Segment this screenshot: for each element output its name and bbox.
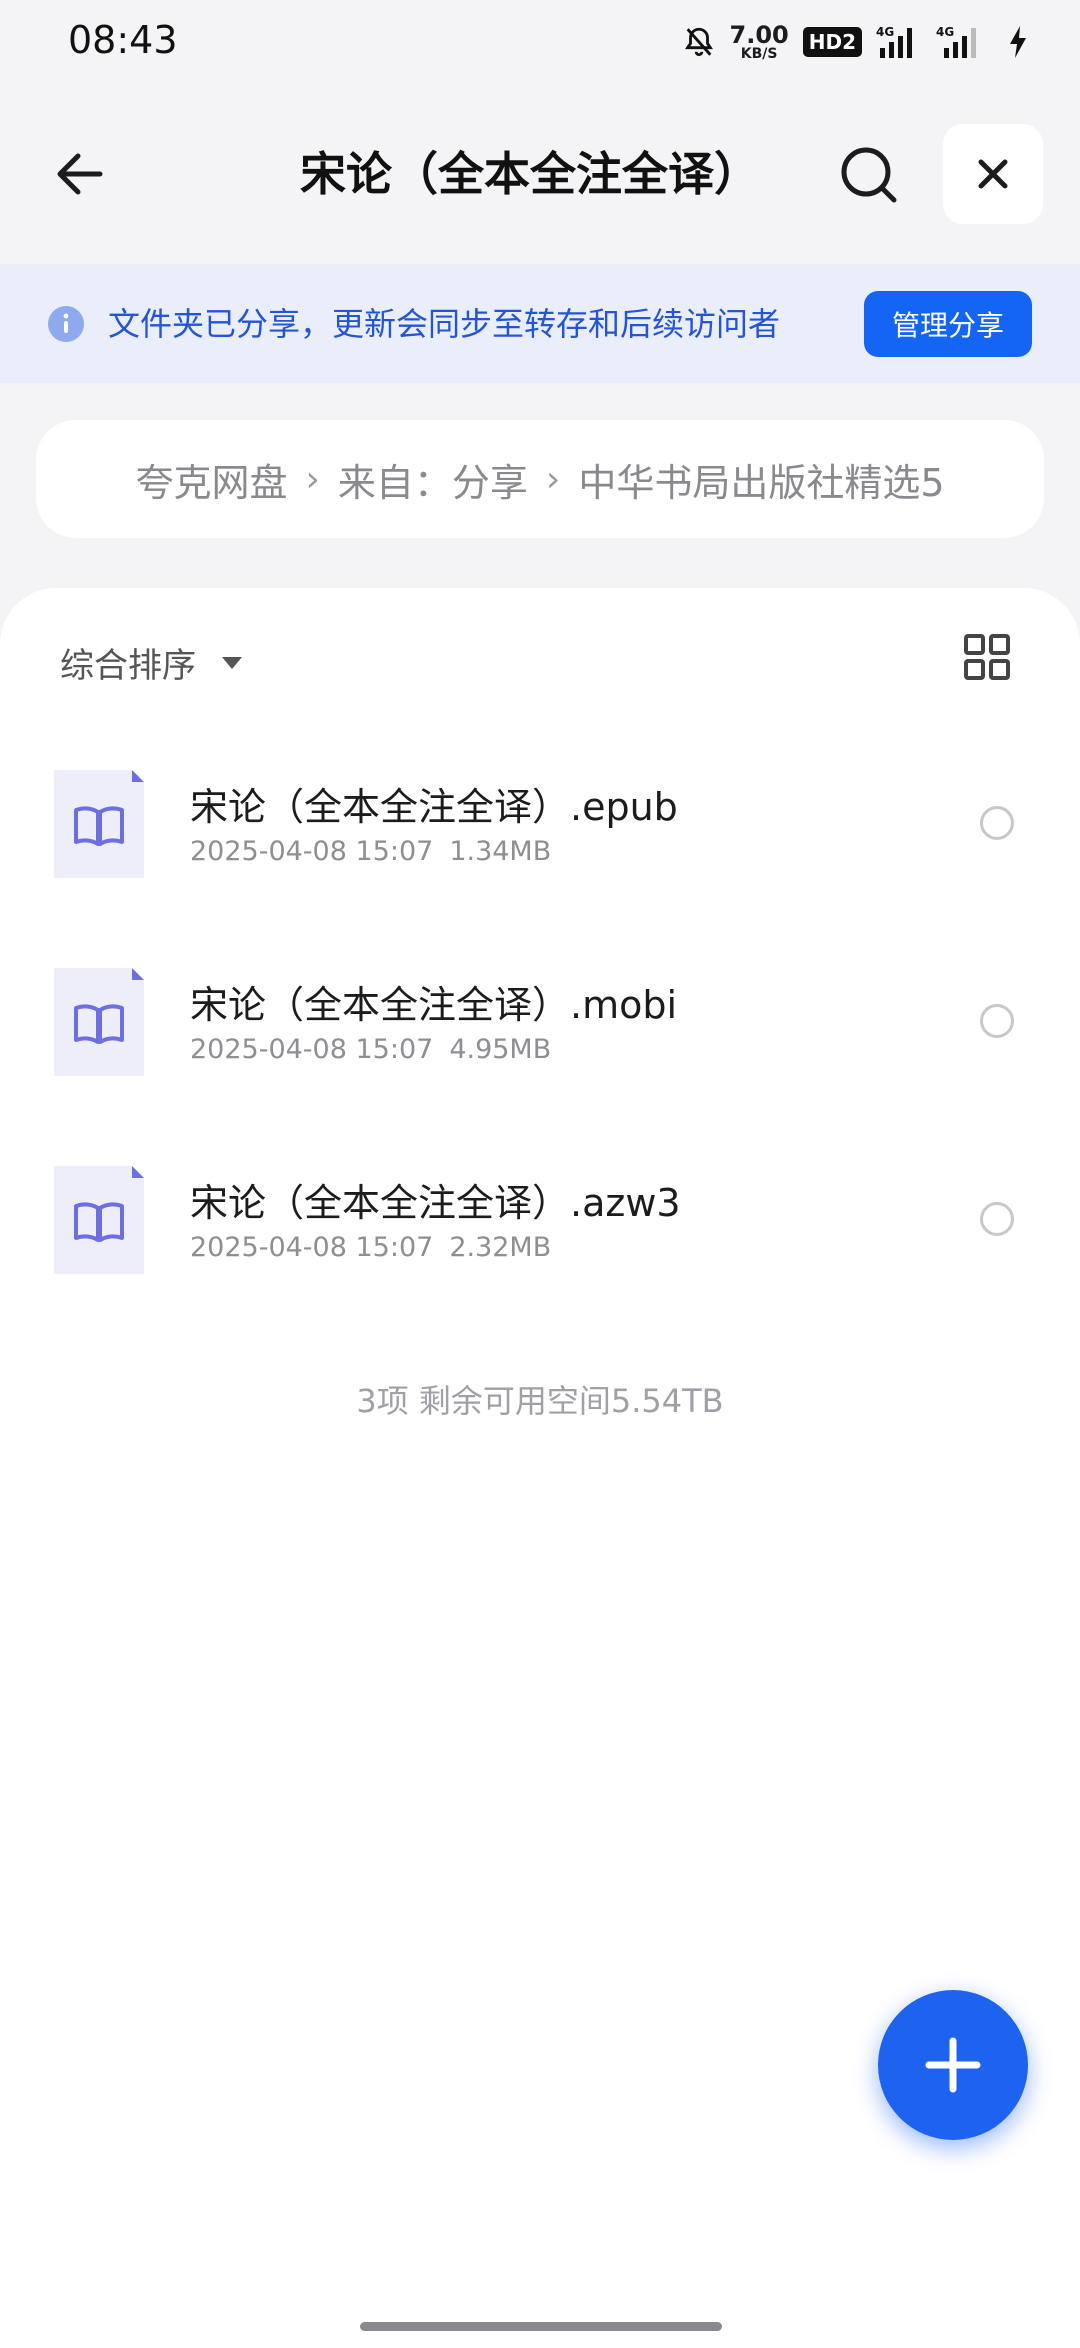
page-title: 宋论（全本全注全译） bbox=[300, 147, 760, 201]
close-icon bbox=[978, 159, 1008, 189]
sort-dropdown[interactable]: 综合排序 bbox=[60, 638, 242, 687]
share-banner: 文件夹已分享，更新会同步至转存和后续访问者 管理分享 bbox=[0, 264, 1080, 383]
file-date: 2025-04-08 15:07 bbox=[190, 836, 434, 867]
file-row[interactable]: 宋论（全本全注全译）.mobi 2025-04-08 15:07 4.95MB bbox=[0, 968, 1080, 1108]
select-radio[interactable] bbox=[980, 806, 1014, 840]
ebook-file-icon bbox=[54, 968, 144, 1076]
add-button[interactable] bbox=[878, 1990, 1028, 2140]
file-name: 宋论（全本全注全译）.azw3 bbox=[190, 1181, 681, 1225]
network-speed-value: 7.00 bbox=[729, 21, 789, 49]
signal-icon: 4G bbox=[936, 25, 976, 58]
file-meta: 2025-04-08 15:07 4.95MB bbox=[190, 1034, 551, 1065]
file-meta: 2025-04-08 15:07 2.32MB bbox=[190, 1232, 551, 1263]
file-row[interactable]: 宋论（全本全注全译）.epub 2025-04-08 15:07 1.34MB bbox=[0, 770, 1080, 910]
file-size: 4.95MB bbox=[449, 1034, 552, 1065]
arrow-left-icon[interactable] bbox=[48, 142, 112, 206]
info-icon bbox=[48, 306, 84, 342]
network-speed-unit: KB/S bbox=[740, 46, 778, 62]
plus-icon bbox=[925, 2037, 981, 2093]
storage-summary: 3项 剩余可用空间5.54TB bbox=[356, 1382, 724, 1420]
charging-bolt-icon bbox=[1010, 26, 1026, 58]
signal-icon: 4G bbox=[876, 25, 912, 58]
file-date: 2025-04-08 15:07 bbox=[190, 1034, 434, 1065]
home-indicator[interactable] bbox=[360, 2322, 722, 2331]
select-radio[interactable] bbox=[980, 1004, 1014, 1038]
network-speed: 7.00 KB/S bbox=[730, 23, 789, 61]
status-icons: 7.00 KB/S HD2 4G 4G bbox=[682, 18, 1030, 66]
breadcrumb: 夸克网盘 › 来自：分享 › 中华书局出版社精选5 bbox=[36, 420, 1044, 538]
svg-text:4G: 4G bbox=[936, 25, 954, 39]
file-size: 1.34MB bbox=[449, 836, 552, 867]
sort-label: 综合排序 bbox=[60, 646, 196, 686]
hd-badge: HD2 bbox=[802, 27, 862, 57]
nav-bar: 宋论（全本全注全译） bbox=[0, 124, 1080, 226]
status-bar: 08:43 7.00 KB/S HD2 4G 4G bbox=[0, 0, 1080, 84]
file-name: 宋论（全本全注全译）.mobi bbox=[190, 983, 678, 1027]
manage-share-button[interactable]: 管理分享 bbox=[864, 291, 1032, 357]
ebook-file-icon bbox=[54, 1166, 144, 1274]
file-date: 2025-04-08 15:07 bbox=[190, 1232, 434, 1263]
chevron-right-icon: › bbox=[545, 458, 561, 500]
select-radio[interactable] bbox=[980, 1202, 1014, 1236]
banner-message: 文件夹已分享，更新会同步至转存和后续访问者 bbox=[108, 305, 781, 343]
file-name: 宋论（全本全注全译）.epub bbox=[190, 785, 678, 829]
file-size: 2.32MB bbox=[449, 1232, 552, 1263]
caret-down-icon bbox=[222, 656, 242, 669]
bell-muted-icon bbox=[684, 27, 713, 57]
breadcrumb-item[interactable]: 来自：分享 bbox=[338, 452, 528, 507]
breadcrumb-item[interactable]: 夸克网盘 bbox=[135, 452, 287, 507]
ebook-file-icon bbox=[54, 770, 144, 878]
grid-view-icon[interactable] bbox=[964, 634, 1010, 680]
svg-text:4G: 4G bbox=[876, 25, 894, 39]
breadcrumb-item[interactable]: 中华书局出版社精选5 bbox=[578, 452, 944, 507]
search-icon[interactable] bbox=[836, 142, 900, 206]
close-button[interactable] bbox=[943, 124, 1043, 224]
file-meta: 2025-04-08 15:07 1.34MB bbox=[190, 836, 551, 867]
status-time: 08:43 bbox=[68, 18, 178, 62]
file-row[interactable]: 宋论（全本全注全译）.azw3 2025-04-08 15:07 2.32MB bbox=[0, 1166, 1080, 1306]
chevron-right-icon: › bbox=[305, 458, 320, 500]
